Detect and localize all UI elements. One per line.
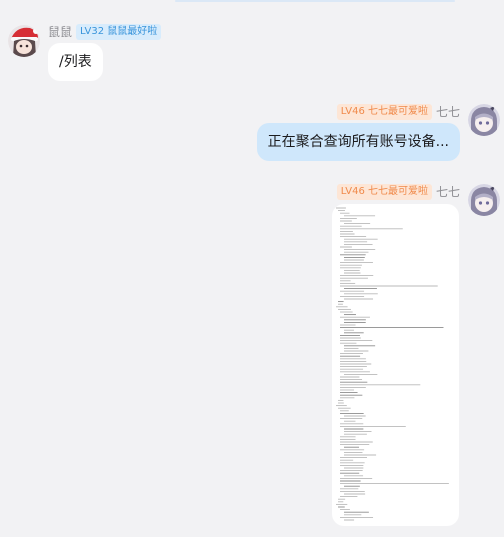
json-text-screenshot[interactable] [332, 204, 459, 526]
sender-row: LV46 七七最可爱啦 七七 [336, 184, 460, 200]
message-bubble[interactable]: /列表 [48, 43, 103, 81]
silver-hair-girl-avatar[interactable] [468, 184, 500, 216]
sender-name[interactable]: 七七 [436, 104, 460, 120]
level-badge: LV32 鼠鼠最好啦 [76, 24, 162, 40]
sender-name[interactable]: 七七 [436, 184, 460, 200]
silver-hair-girl-avatar[interactable] [468, 104, 500, 136]
sender-name[interactable]: 鼠鼠 [48, 24, 72, 40]
chat-window: 鼠鼠 LV32 鼠鼠最好啦 /列表 LV46 七七最可爱啦 七七 正在聚合查询所… [0, 0, 504, 537]
json-text-image [336, 207, 449, 521]
sender-row: LV46 七七最可爱啦 七七 [336, 104, 460, 120]
message-bubble[interactable]: 正在聚合查询所有账号设备... [256, 123, 460, 161]
girl-santa-hat-avatar[interactable] [8, 25, 40, 57]
level-badge: LV46 七七最可爱啦 [336, 184, 432, 200]
previous-message-edge [175, 0, 455, 2]
sender-row: 鼠鼠 LV32 鼠鼠最好啦 [48, 24, 162, 40]
level-badge: LV46 七七最可爱啦 [336, 104, 432, 120]
